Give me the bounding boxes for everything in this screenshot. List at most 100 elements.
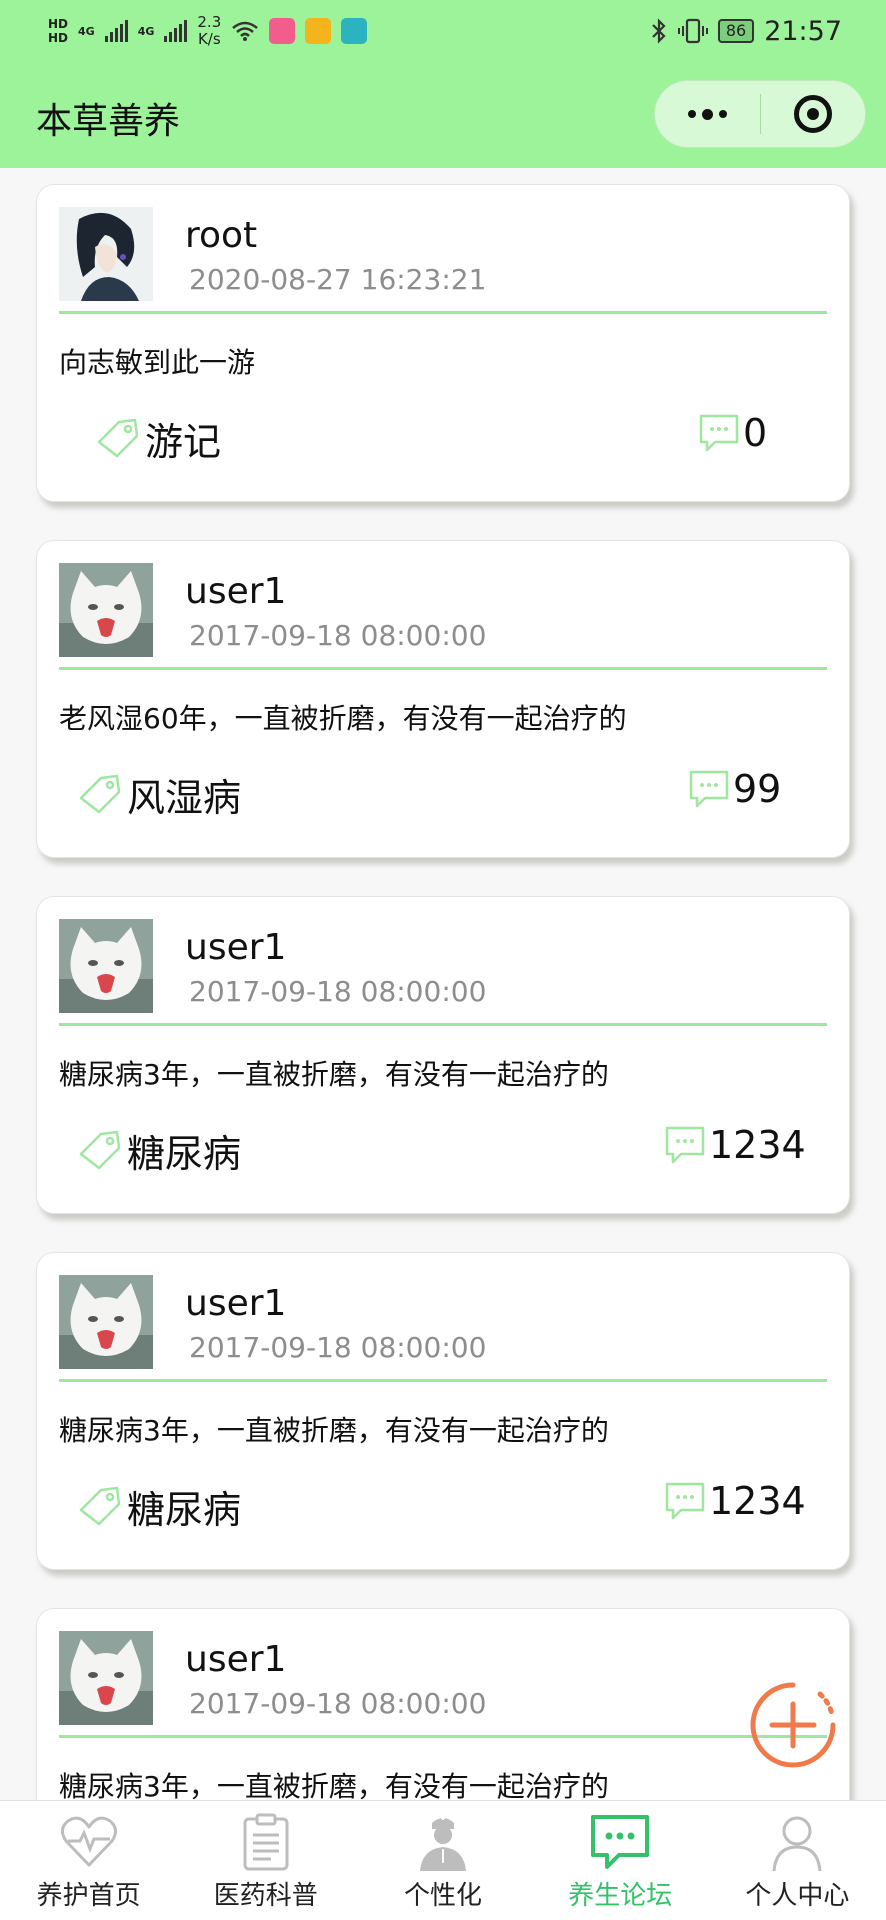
post-card[interactable]: user1 2017-09-18 08:00:00 糖尿病3年，一直被折磨，有没…	[36, 896, 850, 1214]
post-timestamp: 2020-08-27 16:23:21	[189, 263, 487, 296]
tag-label: 糖尿病	[127, 1132, 242, 1176]
comment-count[interactable]: 1234	[663, 1479, 806, 1523]
hd-indicators: HD HD	[48, 17, 68, 45]
comment-count-value: 1234	[709, 1123, 806, 1167]
post-card[interactable]: user1 2017-09-18 08:00:00 糖尿病3年，一直被折磨，有没…	[36, 1608, 850, 1800]
tag-icon	[79, 774, 121, 813]
comment-icon	[665, 1482, 705, 1520]
avatar[interactable]	[59, 919, 153, 1013]
post-timestamp: 2017-09-18 08:00:00	[189, 1331, 487, 1364]
bluetooth-icon	[652, 18, 666, 44]
tag-label: 风湿病	[127, 776, 242, 820]
comment-count-value: 1234	[709, 1479, 806, 1523]
tab-profile[interactable]: 个人中心	[709, 1801, 886, 1920]
more-icon	[687, 110, 696, 118]
cat-avatar-icon	[59, 1631, 153, 1725]
post-card[interactable]: user1 2017-09-18 08:00:00 老风湿60年，一直被折磨，有…	[36, 540, 850, 858]
tag-icon	[79, 1486, 121, 1525]
signal-icon-2	[164, 20, 188, 42]
tab-label: 个性化	[404, 1881, 483, 1911]
page-title: 本草善养	[36, 101, 181, 142]
cat-avatar-icon	[59, 1275, 153, 1369]
card-divider	[59, 1379, 827, 1382]
comment-count-value: 0	[743, 411, 768, 455]
hd-badge-2: HD	[48, 31, 69, 45]
mini-program-capsule	[654, 80, 866, 148]
add-post-button[interactable]	[748, 1680, 838, 1770]
bilibili-app-icon	[269, 18, 296, 44]
tag-label: 糖尿病	[127, 1488, 242, 1532]
post-timestamp: 2017-09-18 08:00:00	[189, 1687, 487, 1720]
comment-icon	[699, 414, 739, 452]
network-speed-value: 2.3	[197, 13, 222, 31]
post-username: user1	[185, 1283, 287, 1324]
post-username: user1	[185, 1639, 287, 1680]
tag-icon	[97, 418, 139, 457]
chat-bubble-icon	[591, 1815, 650, 1869]
post-content: 老风湿60年，一直被折磨，有没有一起治疗的	[59, 702, 627, 735]
post-content: 糖尿病3年，一直被折磨，有没有一起治疗的	[59, 1770, 609, 1800]
bottom-tab-bar: 养护首页 医药科普 个性化 养生论坛 个人中心	[0, 1800, 886, 1920]
more-button[interactable]	[655, 81, 760, 147]
wifi-icon	[232, 21, 259, 41]
tab-medicine[interactable]: 医药科普	[177, 1801, 354, 1920]
card-divider	[59, 311, 827, 314]
tab-forum[interactable]: 养生论坛	[532, 1801, 709, 1920]
comment-icon	[665, 1126, 705, 1164]
post-timestamp: 2017-09-18 08:00:00	[189, 619, 487, 652]
post-card[interactable]: root 2020-08-27 16:23:21 向志敏到此一游 游记 0	[36, 184, 850, 502]
avatar[interactable]	[59, 207, 153, 301]
tag-icon	[79, 1130, 121, 1169]
anime-avatar-icon	[59, 207, 153, 301]
post-content: 糖尿病3年，一直被折磨，有没有一起治疗的	[59, 1058, 609, 1091]
forum-feed[interactable]: root 2020-08-27 16:23:21 向志敏到此一游 游记 0 us…	[0, 168, 886, 1800]
close-button[interactable]	[760, 81, 865, 147]
network-speed: 2.3 K/s	[197, 14, 221, 48]
avatar[interactable]	[59, 1631, 153, 1725]
card-divider	[59, 1735, 827, 1738]
post-username: user1	[185, 571, 287, 612]
network-type-2: 4G	[137, 24, 155, 38]
post-username: user1	[185, 927, 287, 968]
clipboard-icon	[243, 1813, 289, 1871]
network-type-1: 4G	[78, 24, 95, 38]
post-tag[interactable]: 风湿病	[77, 767, 241, 822]
mail-app-icon	[305, 18, 332, 44]
comment-count[interactable]: 0	[697, 411, 767, 455]
vibrate-icon	[677, 18, 708, 44]
avatar[interactable]	[59, 563, 153, 657]
avatar[interactable]	[59, 1275, 153, 1369]
close-target-icon	[793, 95, 832, 133]
comment-icon	[689, 770, 729, 808]
tab-home[interactable]: 养护首页	[0, 1801, 177, 1920]
comment-count-value: 99	[733, 767, 782, 811]
tab-label: 养生论坛	[568, 1881, 673, 1911]
tag-label: 游记	[145, 420, 222, 464]
card-divider	[59, 1023, 827, 1026]
card-divider	[59, 667, 827, 670]
clock: 21:57	[764, 15, 842, 47]
tab-personalized[interactable]: 个性化	[354, 1801, 531, 1920]
doctor-icon	[420, 1816, 466, 1871]
tab-label: 医药科普	[213, 1881, 318, 1911]
add-icon	[750, 1682, 836, 1768]
app-header: 本草善养	[0, 62, 886, 168]
status-left: HD HD 4G 4G 2.3 K/s	[48, 14, 368, 48]
post-tag[interactable]: 游记	[95, 411, 221, 466]
heart-pulse-icon	[60, 1816, 117, 1867]
post-content: 糖尿病3年，一直被折磨，有没有一起治疗的	[59, 1414, 609, 1447]
battery-indicator: 86	[717, 19, 755, 43]
cat-avatar-icon	[59, 919, 153, 1013]
comment-count[interactable]: 99	[687, 767, 781, 811]
hd-badge-1: HD	[48, 17, 69, 31]
post-tag[interactable]: 糖尿病	[77, 1479, 241, 1534]
post-card[interactable]: user1 2017-09-18 08:00:00 糖尿病3年，一直被折磨，有没…	[36, 1252, 850, 1570]
post-tag[interactable]: 糖尿病	[77, 1123, 241, 1178]
cat-avatar-icon	[59, 563, 153, 657]
tab-label: 养护首页	[36, 1881, 141, 1911]
network-speed-unit: K/s	[197, 30, 221, 48]
post-content: 向志敏到此一游	[59, 346, 256, 379]
tab-label: 个人中心	[745, 1881, 850, 1911]
comment-count[interactable]: 1234	[663, 1123, 806, 1167]
status-bar: HD HD 4G 4G 2.3 K/s 86 21:57	[0, 0, 886, 62]
